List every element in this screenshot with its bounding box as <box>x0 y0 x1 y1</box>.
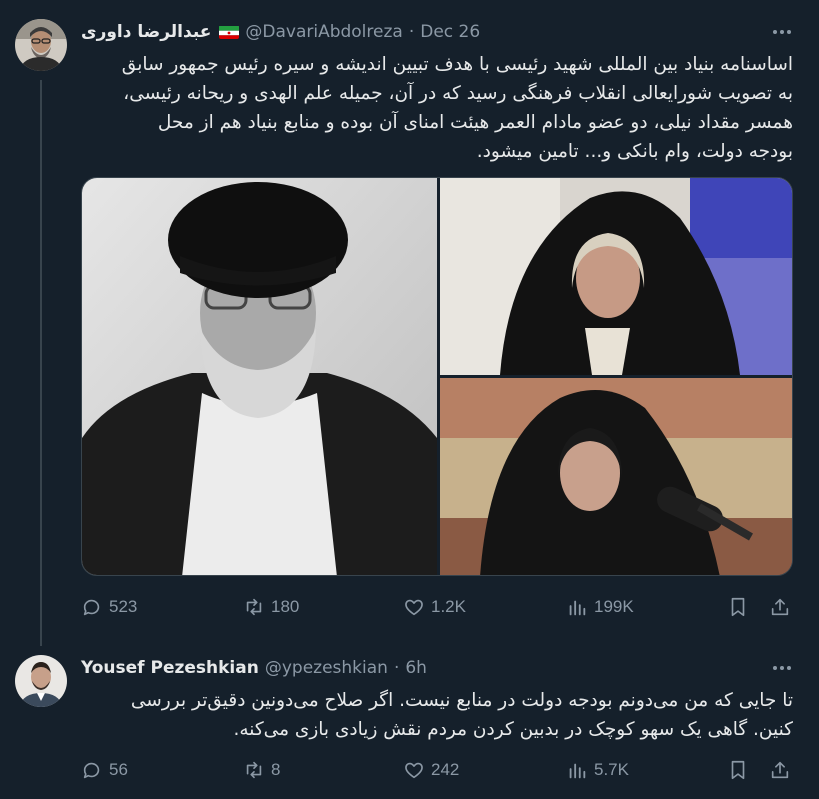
iran-flag-icon <box>219 25 240 39</box>
reply-button[interactable]: 523 <box>81 592 137 622</box>
retweet-count: 8 <box>271 760 281 779</box>
retweet-button[interactable]: 8 <box>243 755 280 785</box>
tweet-text-line: به تصویب شورایعالی انقلاب فرهنگی رسید که… <box>123 83 793 104</box>
tweet-text-line: تا جایی که من می‌دونم بودجه دولت در مناب… <box>130 690 793 711</box>
retweet-icon <box>246 598 262 616</box>
reply-button[interactable]: 56 <box>81 755 128 785</box>
tweet2-header: Yousef Pezeshkian @ypezeshkian · 6h <box>81 656 427 680</box>
share-icon <box>771 761 789 779</box>
share-button[interactable] <box>769 755 791 785</box>
retweet-button[interactable]: 180 <box>243 592 299 622</box>
author-handle[interactable]: @DavariAbdolreza <box>245 22 402 42</box>
more-options-icon[interactable] <box>767 20 797 44</box>
like-button[interactable]: 1.2K <box>403 592 466 622</box>
reply-icon <box>83 599 100 616</box>
bookmark-button[interactable] <box>727 755 749 785</box>
analytics-bars-icon <box>569 600 586 616</box>
author-name[interactable]: Yousef Pezeshkian <box>81 658 259 678</box>
more-options-icon[interactable] <box>767 656 797 680</box>
avatar-davari[interactable] <box>15 19 67 71</box>
separator-dot: · <box>408 22 415 42</box>
like-count: 1.2K <box>431 597 466 616</box>
tweet1-header: عبدالرضا داوری @DavariAbdolreza · Dec 26 <box>81 20 480 44</box>
bookmark-icon <box>731 597 745 617</box>
like-button[interactable]: 242 <box>403 755 459 785</box>
reply-icon <box>83 762 100 779</box>
like-count: 242 <box>431 760 460 779</box>
author-handle[interactable]: @ypezeshkian <box>265 658 388 678</box>
photo-raisi[interactable] <box>82 178 437 575</box>
tweet-timestamp[interactable]: Dec 26 <box>420 22 480 42</box>
heart-icon <box>405 762 423 779</box>
tweet-text-line: کنین. گاهی یک سهو کوچک در بدبین کردن مرد… <box>233 719 793 740</box>
tweet1-body: اساسنامه بنیاد بین المللی شهید رئیسی با … <box>81 50 793 166</box>
analytics-bars-icon <box>569 763 586 779</box>
tweet-text-line: بودجه دولت، وام بانکی و... تامین میشود. <box>476 141 793 162</box>
tweet1-action-bar: 523 180 1.2K 199K <box>81 592 793 622</box>
retweet-count: 180 <box>271 597 300 616</box>
views-count: 199K <box>594 597 634 616</box>
photo-alamolhoda-bottom[interactable] <box>440 378 792 575</box>
tweet-timestamp[interactable]: 6h <box>405 658 427 678</box>
tweet-text-line: همسر مقداد نیلی، دو عضو مادام العمر هیئت… <box>157 112 793 133</box>
reply-count: 523 <box>109 597 138 616</box>
avatar-pezeshkian[interactable] <box>15 655 67 707</box>
tweet2-body: تا جایی که من می‌دونم بودجه دولت در مناب… <box>81 686 793 744</box>
photo-alamolhoda-top[interactable] <box>440 178 792 375</box>
views-count: 5.7K <box>594 760 629 779</box>
tweet1-media-grid <box>81 177 793 576</box>
bookmark-icon <box>731 760 745 780</box>
views-button[interactable]: 5.7K <box>566 755 629 785</box>
retweet-icon <box>246 761 262 779</box>
thread-connector-line <box>40 80 42 646</box>
views-button[interactable]: 199K <box>566 592 634 622</box>
author-name[interactable]: عبدالرضا داوری <box>81 22 211 42</box>
share-icon <box>771 598 789 616</box>
tweet-text-line: اساسنامه بنیاد بین المللی شهید رئیسی با … <box>121 54 793 75</box>
reply-count: 56 <box>109 760 128 779</box>
tweet2-action-bar: 56 8 242 5.7K <box>81 755 793 785</box>
bookmark-button[interactable] <box>727 592 749 622</box>
heart-icon <box>405 599 423 616</box>
separator-dot: · <box>393 658 400 678</box>
share-button[interactable] <box>769 592 791 622</box>
